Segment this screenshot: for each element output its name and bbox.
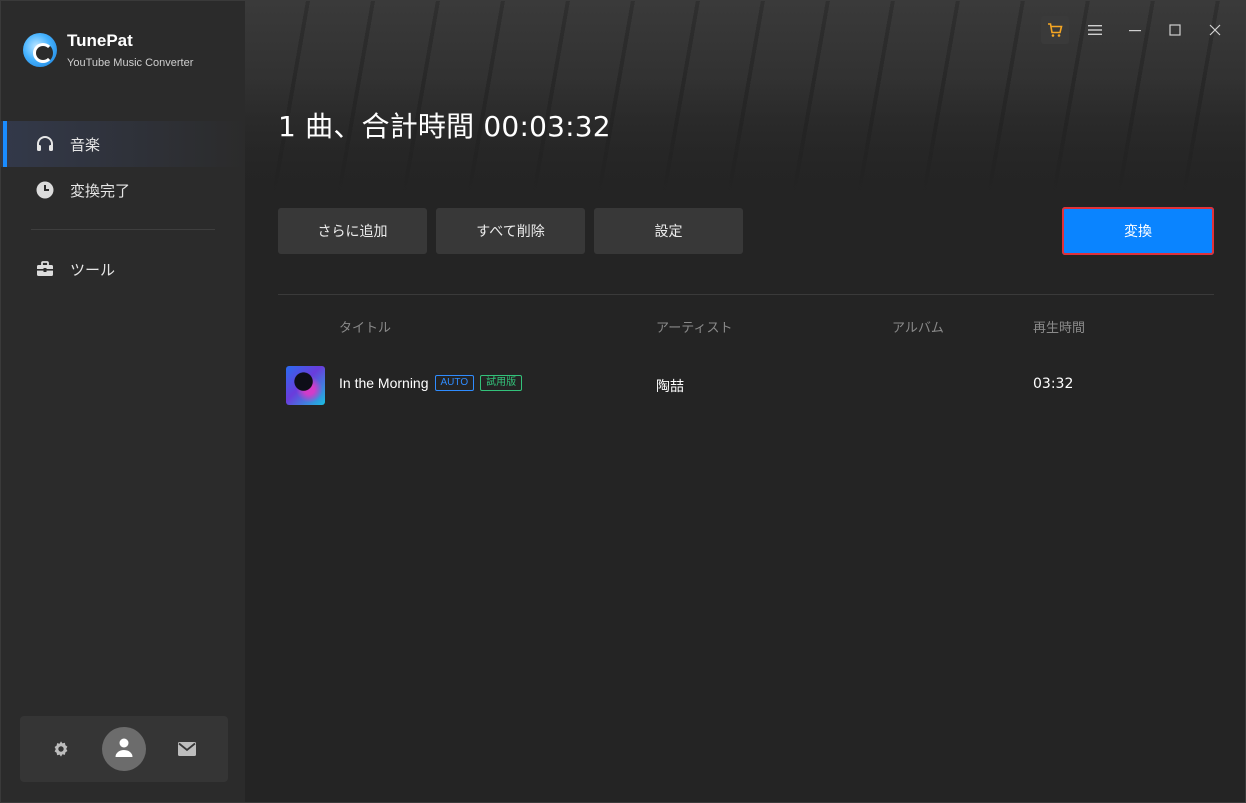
sidebar-item-label: 音楽	[70, 135, 101, 154]
avatar[interactable]	[101, 727, 146, 771]
gear-icon[interactable]	[49, 737, 73, 761]
tunepat-logo-icon	[23, 33, 57, 67]
close-icon[interactable]	[1201, 16, 1229, 44]
sidebar: TunePat YouTube Music Converter 音楽 変換完了	[1, 1, 245, 802]
column-header-duration[interactable]: 再生時間	[1033, 317, 1085, 336]
song-duration: 03:32	[1033, 376, 1074, 392]
minimize-icon[interactable]	[1121, 16, 1149, 44]
menu-icon[interactable]	[1081, 16, 1109, 44]
sidebar-item-converted[interactable]: 変換完了	[1, 167, 245, 213]
sidebar-nav: 音楽 変換完了 ツール	[1, 121, 245, 292]
brand: TunePat YouTube Music Converter	[23, 31, 193, 69]
sidebar-bottom-bar	[20, 716, 228, 782]
table-row[interactable]: In the Morning AUTO 試用版 陶喆 03:32	[245, 361, 1245, 409]
sidebar-item-label: 変換完了	[70, 181, 131, 200]
add-more-button[interactable]: さらに追加	[278, 208, 427, 254]
sidebar-item-music[interactable]: 音楽	[1, 121, 245, 167]
trial-badge: 試用版	[480, 375, 523, 391]
table-divider	[278, 294, 1214, 295]
app-name: TunePat	[67, 31, 133, 50]
toolbox-icon	[35, 259, 55, 279]
sidebar-item-tools[interactable]: ツール	[1, 246, 245, 292]
delete-all-button[interactable]: すべて削除	[436, 208, 585, 254]
main-panel: 1 曲、合計時間 00:03:32 さらに追加 すべて削除 設定 変換 タイトル…	[245, 1, 1245, 802]
cart-icon[interactable]	[1041, 16, 1069, 44]
album-cover	[286, 366, 325, 405]
window-controls	[1029, 16, 1229, 44]
user-icon	[113, 736, 135, 762]
app-window: TunePat YouTube Music Converter 音楽 変換完了	[0, 0, 1246, 803]
column-header-title[interactable]: タイトル	[339, 317, 391, 336]
headphones-icon	[35, 134, 55, 154]
page-title: 1 曲、合計時間 00:03:32	[278, 110, 611, 143]
convert-button[interactable]: 変換	[1062, 207, 1214, 255]
maximize-icon[interactable]	[1161, 16, 1189, 44]
column-header-artist[interactable]: アーティスト	[656, 317, 732, 336]
sidebar-item-label: ツール	[70, 260, 116, 279]
mail-icon[interactable]	[175, 737, 199, 761]
auto-badge: AUTO	[434, 375, 475, 391]
song-title: In the Morning	[339, 375, 429, 391]
sidebar-divider	[31, 229, 215, 230]
app-subtitle: YouTube Music Converter	[67, 57, 194, 69]
song-artist: 陶喆	[656, 379, 684, 395]
column-header-album[interactable]: アルバム	[892, 317, 944, 336]
clock-icon	[35, 180, 55, 200]
settings-button[interactable]: 設定	[594, 208, 743, 254]
